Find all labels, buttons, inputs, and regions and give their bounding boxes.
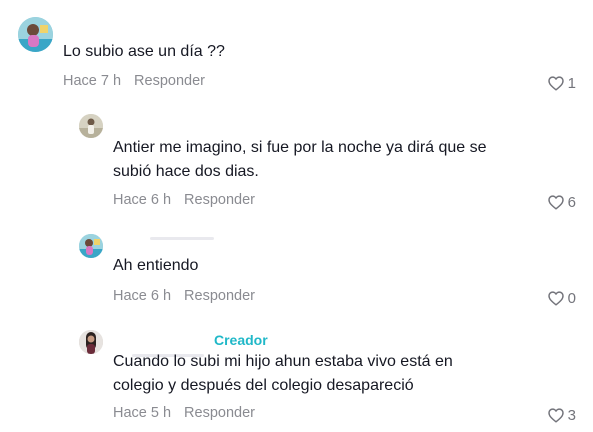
like-button[interactable]: 3 [547,407,576,424]
comment-timestamp: Hace 7 h [63,73,122,89]
reply-button[interactable]: Responder [184,288,255,304]
comment-text: Ah entiendo [113,257,199,274]
heart-outline-icon [547,76,564,91]
comment-text: Cuando lo subi mi hijo ahun estaba vivo … [113,353,453,394]
avatar[interactable] [79,330,103,354]
like-count: 1 [567,75,576,92]
avatar[interactable] [18,17,53,52]
comment-meta: Hace 6 h Responder [113,192,255,208]
like-button[interactable]: 0 [547,290,576,307]
comment-timestamp: Hace 5 h [113,405,172,421]
like-button[interactable]: 1 [547,75,576,92]
username-placeholder [150,237,214,240]
reply-button[interactable]: Responder [134,73,205,89]
heart-outline-icon [547,408,564,423]
reply-button[interactable]: Responder [184,192,255,208]
heart-outline-icon [547,195,564,210]
like-button[interactable]: 6 [547,194,576,211]
reply-button[interactable]: Responder [184,405,255,421]
comment-timestamp: Hace 6 h [113,288,172,304]
comment-timestamp: Hace 6 h [113,192,172,208]
creator-badge: Creador [214,332,268,348]
like-count: 6 [567,194,576,211]
comment-meta: Hace 6 h Responder [113,288,255,304]
comment-text: Antier me imagino, si fue por la noche y… [113,139,487,180]
avatar[interactable] [79,234,103,258]
comment-meta: Hace 7 h Responder [63,73,205,89]
like-count: 3 [567,407,576,424]
heart-outline-icon [547,291,564,306]
like-count: 0 [567,290,576,307]
avatar[interactable] [79,114,103,138]
comment-text: Lo subio ase un día ?? [63,43,225,60]
comment-meta: Hace 5 h Responder [113,405,255,421]
